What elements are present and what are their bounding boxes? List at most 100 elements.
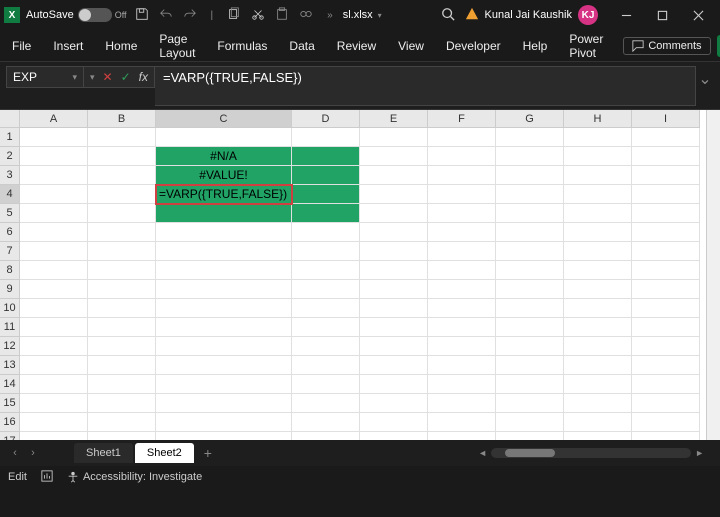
col-header-E[interactable]: E: [360, 110, 428, 128]
cell-B11[interactable]: [88, 318, 156, 337]
cell-A11[interactable]: [20, 318, 88, 337]
cell-G16[interactable]: [496, 413, 564, 432]
cell-C4[interactable]: =VARP({TRUE,FALSE}): [156, 185, 292, 204]
add-sheet-button[interactable]: +: [204, 445, 212, 461]
cell-A7[interactable]: [20, 242, 88, 261]
cell-C7[interactable]: [156, 242, 292, 261]
cell-A13[interactable]: [20, 356, 88, 375]
cell-B1[interactable]: [88, 128, 156, 147]
tab-insert[interactable]: Insert: [51, 35, 85, 57]
cell-E13[interactable]: [360, 356, 428, 375]
cell-H8[interactable]: [564, 261, 632, 280]
formula-dropdown-icon[interactable]: ▾: [90, 72, 95, 83]
cell-B3[interactable]: [88, 166, 156, 185]
sheet-nav-next-icon[interactable]: ›: [24, 447, 42, 459]
cell-A10[interactable]: [20, 299, 88, 318]
cells-area[interactable]: #N/A#VALUE!=VARP({TRUE,FALSE}): [20, 128, 700, 440]
row-header-6[interactable]: 6: [0, 223, 20, 242]
cell-I14[interactable]: [632, 375, 700, 394]
row-header-2[interactable]: 2: [0, 147, 20, 166]
cell-C13[interactable]: [156, 356, 292, 375]
cell-C15[interactable]: [156, 394, 292, 413]
cell-C17[interactable]: [156, 432, 292, 440]
hscroll-left-icon[interactable]: ◄: [478, 448, 487, 458]
save-icon[interactable]: [135, 7, 149, 24]
cell-H1[interactable]: [564, 128, 632, 147]
cell-G4[interactable]: [496, 185, 564, 204]
tab-developer[interactable]: Developer: [444, 35, 503, 57]
cell-E16[interactable]: [360, 413, 428, 432]
horizontal-scrollbar[interactable]: ◄ ►: [212, 448, 714, 458]
cancel-formula-icon[interactable]: ✕: [103, 70, 113, 84]
cell-F6[interactable]: [428, 223, 496, 242]
cell-B13[interactable]: [88, 356, 156, 375]
autosave-toggle[interactable]: [78, 8, 112, 22]
cell-D12[interactable]: [292, 337, 360, 356]
cell-H4[interactable]: [564, 185, 632, 204]
cell-H10[interactable]: [564, 299, 632, 318]
row-header-1[interactable]: 1: [0, 128, 20, 147]
col-header-C[interactable]: C: [156, 110, 292, 128]
minimize-button[interactable]: [608, 1, 644, 29]
row-header-3[interactable]: 3: [0, 166, 20, 185]
cell-A5[interactable]: [20, 204, 88, 223]
qat-overflow-icon[interactable]: »: [327, 10, 333, 21]
cell-A14[interactable]: [20, 375, 88, 394]
col-header-A[interactable]: A: [20, 110, 88, 128]
cell-F8[interactable]: [428, 261, 496, 280]
cell-H14[interactable]: [564, 375, 632, 394]
cut-icon[interactable]: [251, 7, 265, 24]
hscroll-track[interactable]: [491, 448, 691, 458]
cell-F17[interactable]: [428, 432, 496, 440]
cell-H16[interactable]: [564, 413, 632, 432]
sheet-tab-1[interactable]: Sheet1: [74, 443, 133, 463]
cell-E3[interactable]: [360, 166, 428, 185]
cell-H17[interactable]: [564, 432, 632, 440]
cell-F11[interactable]: [428, 318, 496, 337]
col-header-G[interactable]: G: [496, 110, 564, 128]
cell-H13[interactable]: [564, 356, 632, 375]
expand-formula-bar-icon[interactable]: ⌄: [696, 66, 714, 89]
redo-icon[interactable]: [183, 7, 197, 24]
cell-E2[interactable]: [360, 147, 428, 166]
cell-B17[interactable]: [88, 432, 156, 440]
cell-I10[interactable]: [632, 299, 700, 318]
cell-I7[interactable]: [632, 242, 700, 261]
cell-I17[interactable]: [632, 432, 700, 440]
copy-icon[interactable]: [227, 7, 241, 24]
cell-F15[interactable]: [428, 394, 496, 413]
cell-C1[interactable]: [156, 128, 292, 147]
cell-D13[interactable]: [292, 356, 360, 375]
cell-G7[interactable]: [496, 242, 564, 261]
cell-B4[interactable]: [88, 185, 156, 204]
cell-F1[interactable]: [428, 128, 496, 147]
cell-A9[interactable]: [20, 280, 88, 299]
cell-E4[interactable]: [360, 185, 428, 204]
cell-G6[interactable]: [496, 223, 564, 242]
cell-I6[interactable]: [632, 223, 700, 242]
cell-B6[interactable]: [88, 223, 156, 242]
cell-C8[interactable]: [156, 261, 292, 280]
cell-B14[interactable]: [88, 375, 156, 394]
cell-C5[interactable]: [156, 204, 292, 223]
row-header-12[interactable]: 12: [0, 337, 20, 356]
cell-G10[interactable]: [496, 299, 564, 318]
cell-I8[interactable]: [632, 261, 700, 280]
share-button[interactable]: [717, 35, 720, 57]
cell-I13[interactable]: [632, 356, 700, 375]
cell-I5[interactable]: [632, 204, 700, 223]
cell-E9[interactable]: [360, 280, 428, 299]
fx-icon[interactable]: fx: [139, 70, 148, 84]
cell-G15[interactable]: [496, 394, 564, 413]
cell-G2[interactable]: [496, 147, 564, 166]
cell-D6[interactable]: [292, 223, 360, 242]
touch-mode-icon[interactable]: [299, 7, 313, 24]
cell-E15[interactable]: [360, 394, 428, 413]
cell-F16[interactable]: [428, 413, 496, 432]
cell-I1[interactable]: [632, 128, 700, 147]
cell-A2[interactable]: [20, 147, 88, 166]
cell-C11[interactable]: [156, 318, 292, 337]
tab-page-layout[interactable]: Page Layout: [157, 28, 197, 64]
row-header-13[interactable]: 13: [0, 356, 20, 375]
search-icon[interactable]: [441, 7, 455, 24]
